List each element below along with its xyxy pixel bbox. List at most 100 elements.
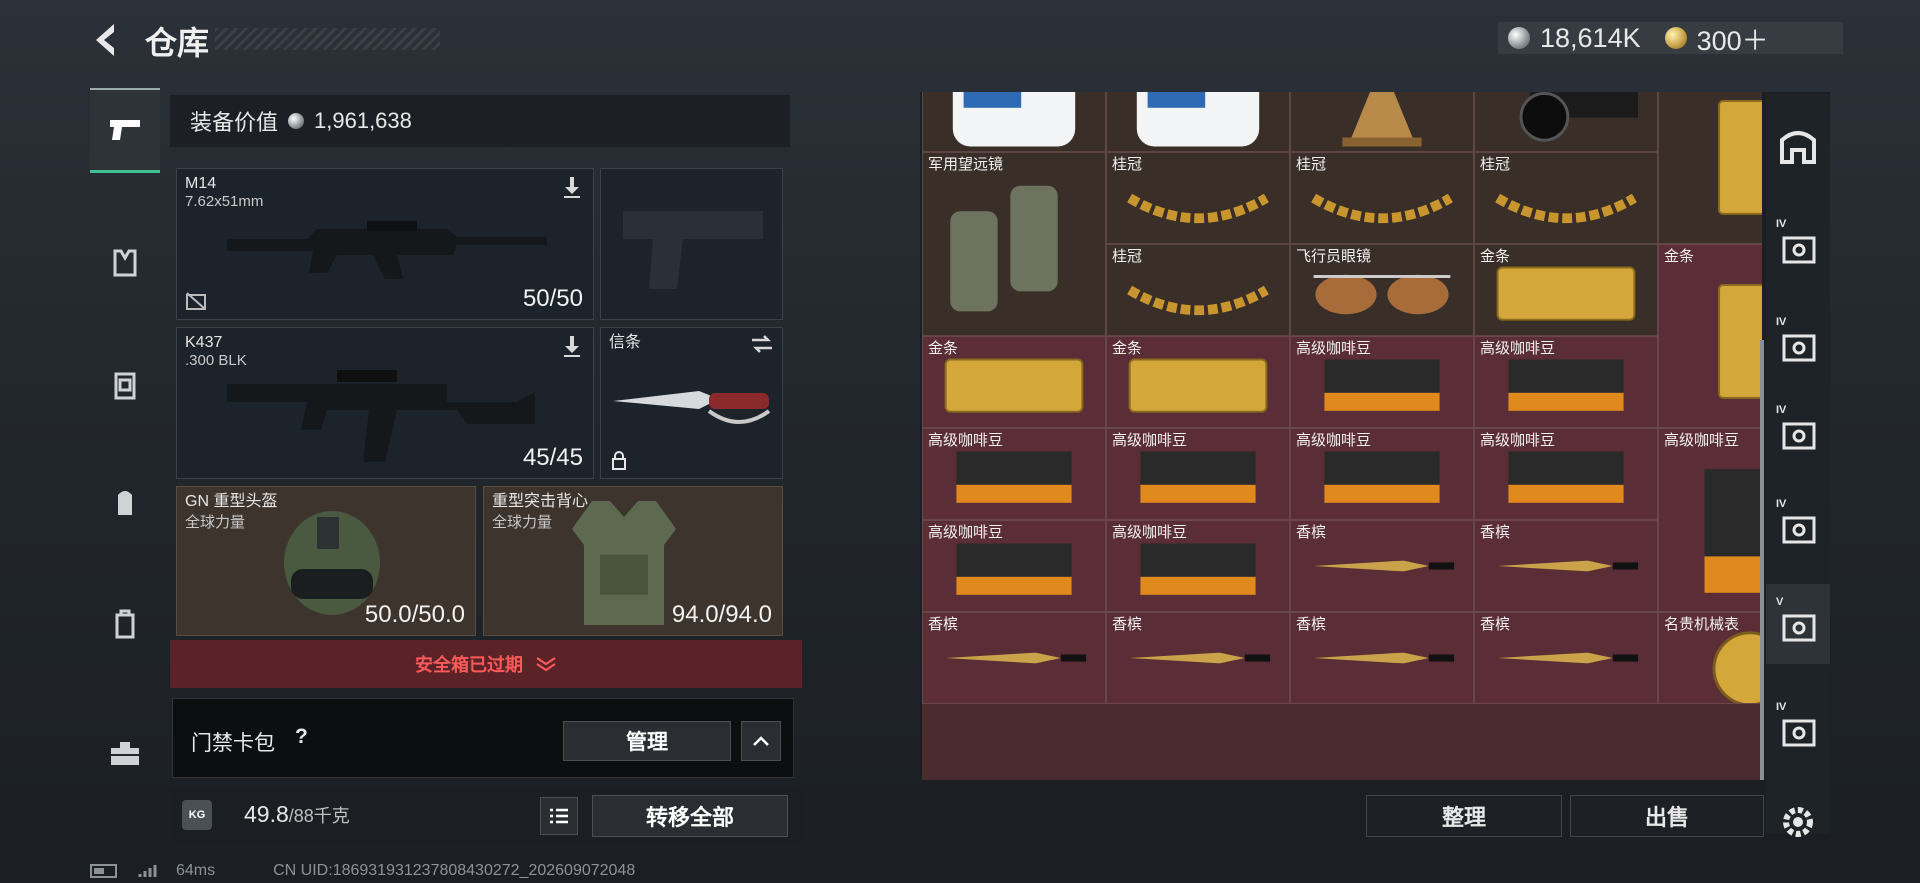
stash-item[interactable]: 高级咖啡豆 [1474, 336, 1658, 428]
stash-item[interactable]: 高级咖啡豆 [922, 428, 1106, 520]
sell-button[interactable]: 出售 [1570, 795, 1764, 837]
item-label: 高级咖啡豆 [1296, 340, 1372, 357]
stash-item[interactable]: 高级咖啡豆 [1290, 428, 1474, 520]
weight-value: 49.8 [244, 801, 289, 827]
stash-tab-3[interactable]: IV [1766, 304, 1830, 384]
item-label: 飞行员眼镜 [1296, 248, 1372, 265]
stash-item[interactable] [1106, 92, 1290, 152]
nav-vest[interactable] [90, 223, 160, 303]
stash-item[interactable]: 名贵机械表 [1658, 612, 1762, 704]
tab-tier-label: IV [1776, 404, 1787, 416]
stash-item[interactable] [1290, 92, 1474, 152]
download-icon[interactable] [561, 334, 583, 358]
download-icon[interactable] [561, 175, 583, 199]
tab-tier-label: IV [1776, 316, 1787, 328]
stash-tab-6[interactable]: V [1766, 584, 1830, 664]
weapon-ammo: 50/50 [522, 285, 583, 312]
currency-bar: 18,614K 300＋ [1498, 22, 1843, 56]
stash-item[interactable]: 金条 [1658, 244, 1762, 428]
stash-item[interactable]: 高级咖啡豆 [1658, 428, 1762, 612]
nav-safe-case[interactable] [90, 585, 160, 665]
stash-item[interactable]: 高级咖啡豆 [1290, 336, 1474, 428]
back-arrow-icon[interactable] [88, 20, 124, 60]
manage-button[interactable]: 管理 [563, 721, 731, 761]
tab-tier-label: V [1776, 596, 1784, 608]
stash-tab-4[interactable]: IV [1766, 392, 1830, 472]
stash-item[interactable]: 香槟 [1290, 520, 1474, 612]
stash-item[interactable]: 高级咖啡豆 [1106, 520, 1290, 612]
item-label: 高级咖啡豆 [1296, 432, 1372, 449]
pistol-slot-empty[interactable] [600, 168, 783, 320]
stash-item[interactable] [922, 92, 1106, 152]
stash-item[interactable]: 金条 [1658, 92, 1762, 244]
stash-item[interactable]: 香槟 [1474, 612, 1658, 704]
stash-item[interactable]: 香槟 [1290, 612, 1474, 704]
chevron-up-icon [753, 736, 769, 746]
weight-icon: KG [182, 800, 212, 830]
chevron-double-down-icon [536, 657, 556, 672]
sort-button[interactable]: 整理 [1366, 795, 1562, 837]
lock-icon [612, 451, 626, 470]
secondary-weapon-slot[interactable]: K437 .300 BLK 45/45 [176, 327, 594, 479]
stash-tab-7[interactable]: IV [1766, 689, 1830, 769]
transfer-all-button[interactable]: 转移全部 [592, 795, 788, 837]
item-label: 桂冠 [1480, 156, 1511, 173]
stash-item[interactable]: 军用望远镜 [922, 152, 1106, 336]
stash-item[interactable]: 金条 [1474, 244, 1658, 336]
vest-image [572, 501, 676, 625]
stash-scrollbar[interactable] [1760, 340, 1764, 780]
safe-box-expired-banner[interactable]: 安全箱已过期 [170, 640, 802, 688]
stash-item[interactable]: 桂冠 [1290, 152, 1474, 244]
battery-icon [90, 864, 117, 878]
stash-item[interactable]: 桂冠 [1474, 152, 1658, 244]
pistol-icon [110, 120, 140, 140]
case-iv-triangle-icon [1782, 719, 1816, 747]
case-icon [115, 609, 135, 639]
stash-tab-8[interactable] [1766, 782, 1830, 862]
list-view-button[interactable] [540, 797, 578, 835]
settings-gear-icon [1783, 807, 1813, 837]
pistol-placeholder-icon [623, 211, 763, 289]
tab-tier-label: IV [1776, 701, 1787, 713]
melee-slot[interactable]: 信条 [600, 327, 783, 479]
rifle-image [227, 221, 547, 279]
stash-item[interactable]: 桂冠 [1106, 244, 1290, 336]
melee-name: 信条 [609, 334, 642, 351]
list-icon [550, 808, 568, 824]
stash-item[interactable]: 香槟 [1474, 520, 1658, 612]
stash-item[interactable]: 香槟 [1106, 612, 1290, 704]
knife-image [613, 391, 771, 424]
nav-toolbox[interactable] [90, 713, 160, 793]
help-icon[interactable]: ? [295, 725, 308, 749]
stash-item[interactable]: 飞行员眼镜 [1290, 244, 1474, 336]
stash-item[interactable]: 高级咖啡豆 [922, 520, 1106, 612]
stash-item[interactable]: 香槟 [922, 612, 1106, 704]
coffee-bag-vertical-icon [1704, 469, 1762, 593]
stash-tab-2[interactable]: IV [1766, 206, 1830, 286]
stash-item[interactable]: 高级咖啡豆 [1106, 428, 1290, 520]
nav-armor[interactable] [90, 346, 160, 426]
item-label: 高级咖啡豆 [1480, 340, 1556, 357]
stash-item[interactable]: 金条 [922, 336, 1106, 428]
equip-value-amount: 1,961,638 [314, 108, 412, 133]
user-uid: CN UID:18693193123780843027​2_2026090720… [273, 862, 636, 879]
swap-icon[interactable] [750, 334, 774, 354]
stash-item[interactable]: 金条 [1106, 336, 1290, 428]
item-label: 高级咖啡豆 [1480, 432, 1556, 449]
gold-currency-amount[interactable]: 300＋ [1697, 19, 1769, 58]
stash-tab-1[interactable] [1766, 106, 1830, 186]
stash-item[interactable]: 桂冠 [1106, 152, 1290, 244]
nav-backpack[interactable] [90, 463, 160, 543]
toolbox-icon [111, 742, 139, 765]
gold-bar-vertical-icon [1718, 100, 1762, 215]
helmet-slot[interactable]: GN 重型头盔 全球力量 50.0/50.0 [176, 486, 476, 636]
item-label: 金条 [1112, 340, 1143, 357]
page-title: 仓库 [145, 25, 210, 61]
stash-item[interactable] [1474, 92, 1658, 152]
body-armor-slot[interactable]: 重型突击背心 全球力量 94.0/94.0 [483, 486, 783, 636]
stash-tab-5[interactable]: IV [1766, 486, 1830, 566]
nav-weapons[interactable] [90, 88, 160, 173]
collapse-button[interactable] [741, 721, 781, 761]
stash-item[interactable]: 高级咖啡豆 [1474, 428, 1658, 520]
primary-weapon-slot[interactable]: M14 7.62x51mm 50/50 [176, 168, 594, 320]
